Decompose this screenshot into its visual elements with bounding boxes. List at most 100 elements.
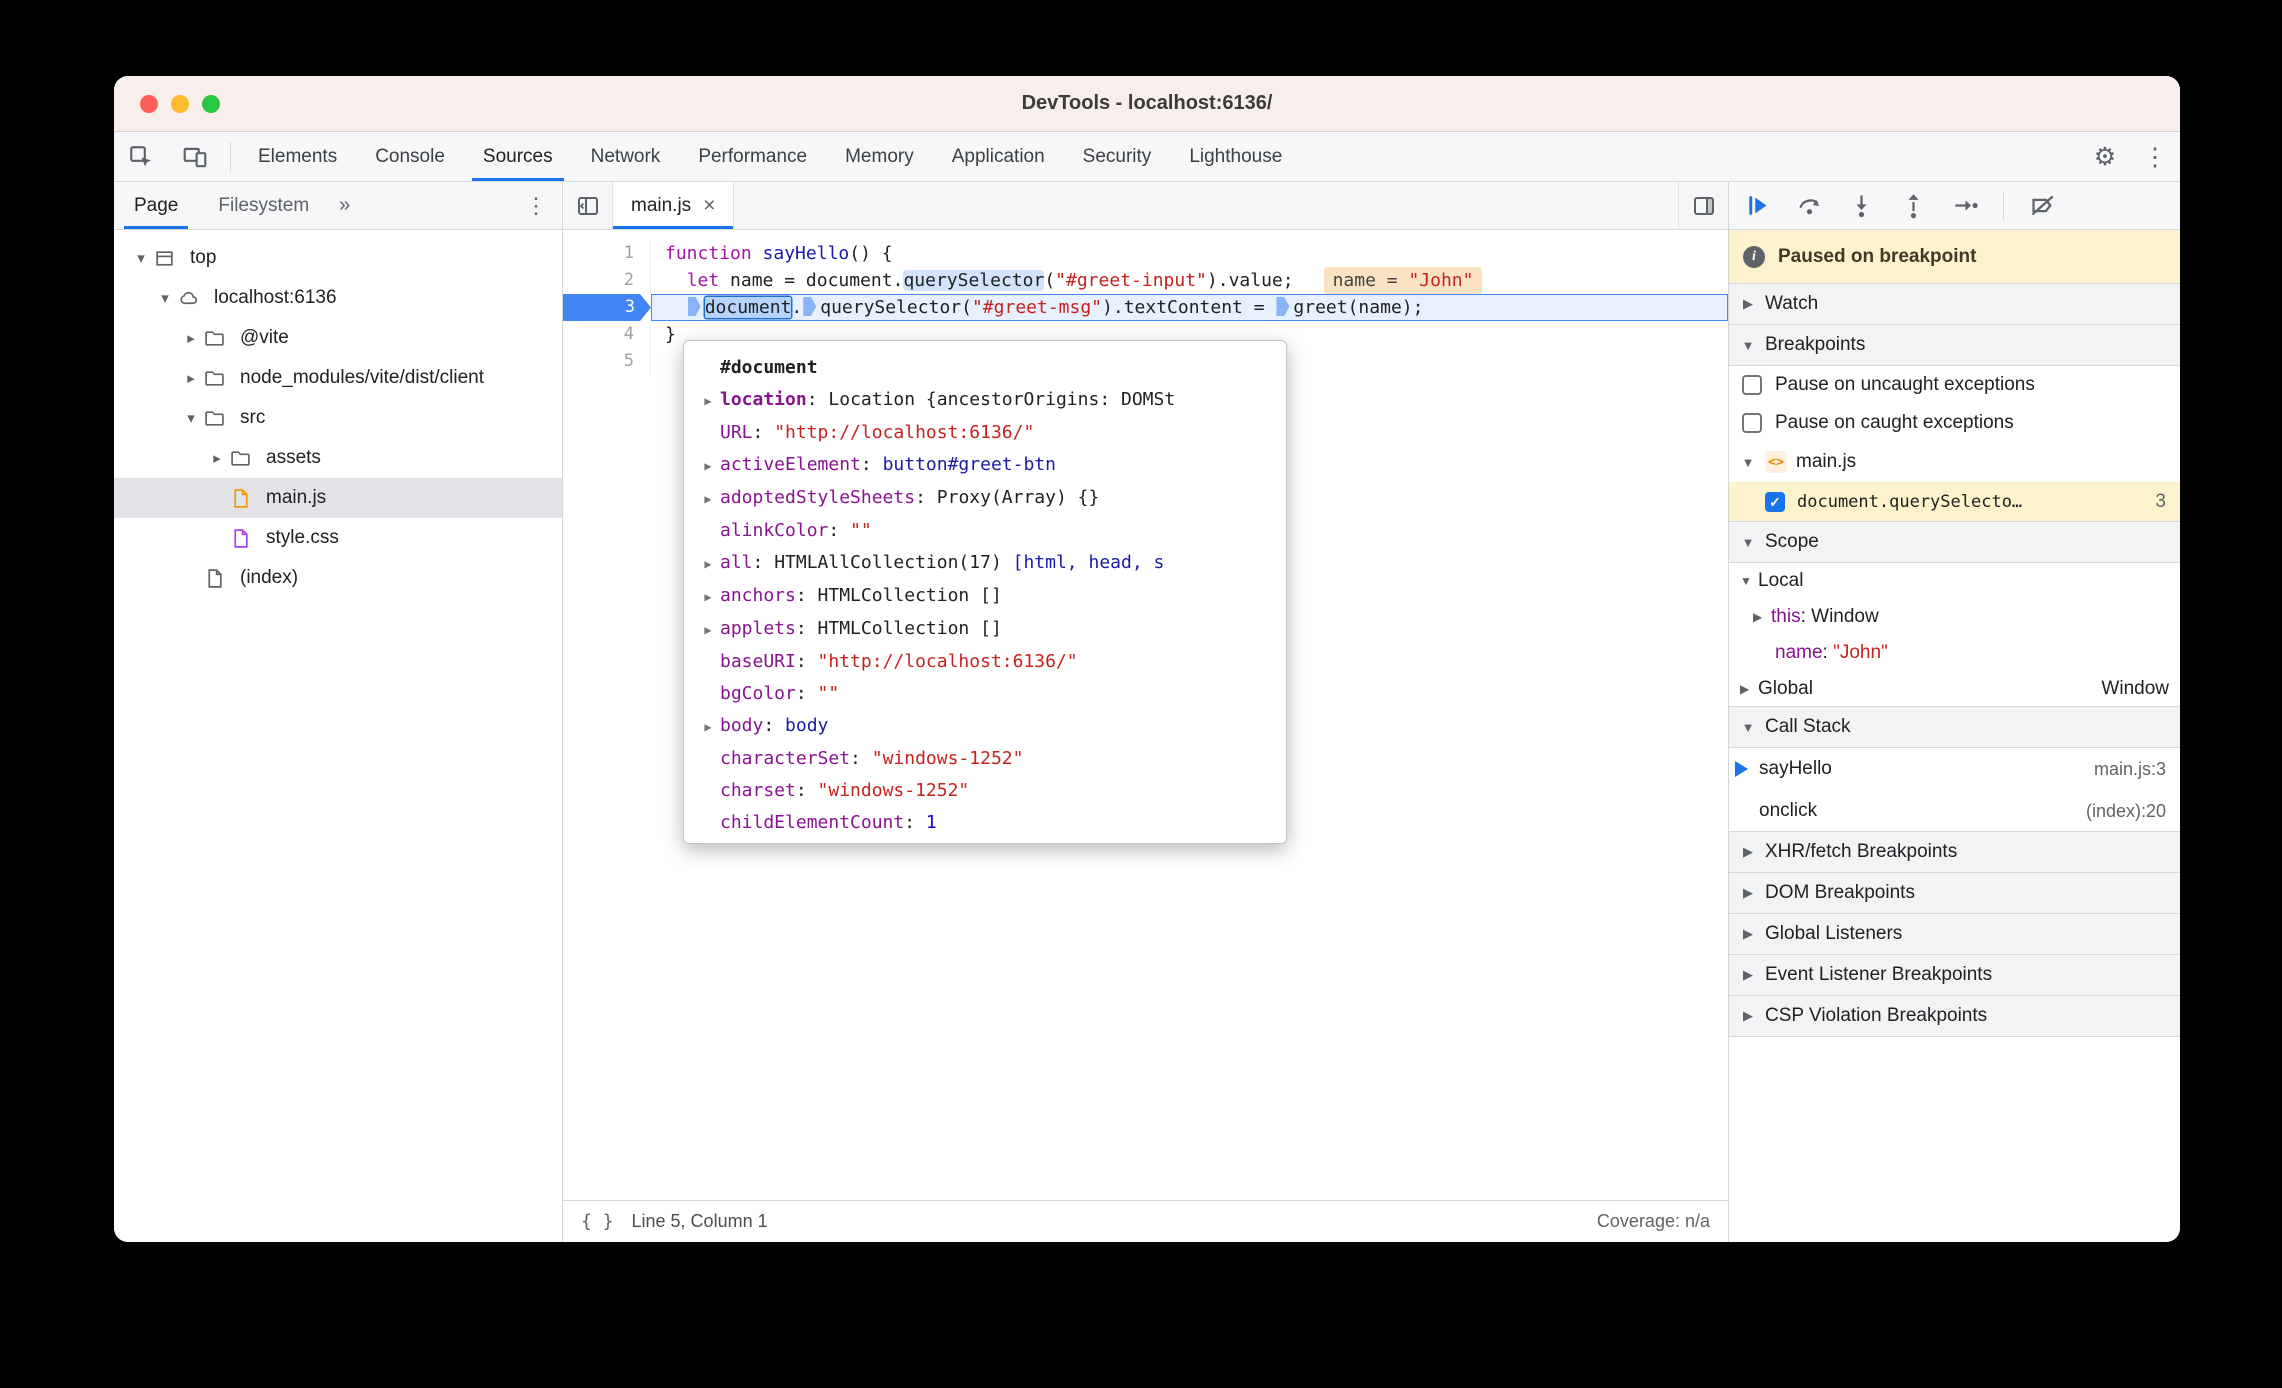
chevron-right-icon[interactable]: ▶ <box>1740 967 1756 983</box>
property-row-body[interactable]: ▶ body: body <box>696 710 1286 743</box>
property-row-anchors[interactable]: ▶ anchors: HTMLCollection [] <box>696 580 1286 613</box>
tab-lighthouse[interactable]: Lighthouse <box>1170 132 1301 181</box>
execution-line-flag[interactable]: 3 <box>563 294 651 321</box>
line-number-5[interactable]: 5 <box>563 348 651 375</box>
tab-memory[interactable]: Memory <box>826 132 933 181</box>
more-options-kebab-icon[interactable]: ⋮ <box>2130 132 2180 181</box>
scope-local-row[interactable]: ▼ Local <box>1729 563 2180 599</box>
scope-this-row[interactable]: ▶ this: Window <box>1729 599 2180 635</box>
tree-item-top[interactable]: ▾ top <box>114 238 562 278</box>
chevron-right-icon[interactable]: ▶ <box>1753 610 1771 624</box>
expander-icon[interactable]: ▸ <box>204 449 230 467</box>
pretty-print-braces-icon[interactable]: { } <box>581 1211 614 1232</box>
expand-arrow-icon[interactable]: ▶ <box>696 385 720 417</box>
breakpoint-file-group[interactable]: ▼ <> main.js <box>1729 442 2180 482</box>
breakpoint-checkbox[interactable]: ✓ <box>1765 492 1785 512</box>
tab-performance[interactable]: Performance <box>679 132 826 181</box>
chevron-down-icon[interactable]: ▼ <box>1740 338 1756 353</box>
navigator-kebab-icon[interactable]: ⋮ <box>516 193 556 219</box>
section-watch[interactable]: ▶ Watch <box>1729 283 2180 325</box>
property-row-characterset[interactable]: characterSet: "windows-1252" <box>696 743 1286 775</box>
expander-icon[interactable]: ▸ <box>178 329 204 347</box>
section-csp-violation-breakpoints[interactable]: ▶ CSP Violation Breakpoints <box>1729 995 2180 1037</box>
pause-caught-row[interactable]: Pause on caught exceptions <box>1729 404 2180 442</box>
scope-name-row[interactable]: name: "John" <box>1729 635 2180 671</box>
property-row-activeelement[interactable]: ▶ activeElement: button#greet-btn <box>696 449 1286 482</box>
navigator-tab-filesystem[interactable]: Filesystem <box>198 182 329 229</box>
property-row-adoptedstylesheets[interactable]: ▶ adoptedStyleSheets: Proxy(Array) {} <box>696 482 1286 515</box>
tab-application[interactable]: Application <box>933 132 1064 181</box>
settings-gear-icon[interactable]: ⚙ <box>2080 132 2130 181</box>
property-row-alinkcolor[interactable]: alinkColor: "" <box>696 515 1286 547</box>
line-number-4[interactable]: 4 <box>563 321 651 348</box>
chevron-down-icon[interactable]: ▼ <box>1740 535 1756 550</box>
device-toolbar-button[interactable] <box>168 132 222 181</box>
property-row-location[interactable]: ▶ location: Location {ancestorOrigins: DO… <box>696 384 1286 417</box>
tree-item-src[interactable]: ▾ src <box>114 398 562 438</box>
section-scope[interactable]: ▼ Scope <box>1729 521 2180 563</box>
section-global-listeners[interactable]: ▶ Global Listeners <box>1729 913 2180 955</box>
expander-icon[interactable]: ▾ <box>152 289 178 307</box>
chevron-right-icon[interactable]: ▶ <box>1740 682 1758 696</box>
pause-uncaught-row[interactable]: Pause on uncaught exceptions <box>1729 366 2180 404</box>
code-line-1[interactable]: 1 function sayHello() { <box>563 240 1728 267</box>
pause-caught-checkbox[interactable] <box>1742 413 1762 433</box>
section-breakpoints[interactable]: ▼ Breakpoints <box>1729 324 2180 366</box>
code-line-3-execution[interactable]: 3 document. querySelector("#greet-msg").t… <box>563 294 1728 321</box>
tree-item-localhost[interactable]: ▾ localhost:6136 <box>114 278 562 318</box>
chevron-down-icon[interactable]: ▼ <box>1740 720 1756 735</box>
tree-item-vite[interactable]: ▸ @vite <box>114 318 562 358</box>
step-over-button[interactable] <box>1795 192 1823 220</box>
step-into-button[interactable] <box>1847 192 1875 220</box>
tree-item-assets[interactable]: ▸ assets <box>114 438 562 478</box>
navigator-overflow-icon[interactable]: » <box>329 194 360 217</box>
inline-breakpoint-marker-icon[interactable] <box>1276 297 1290 316</box>
tab-security[interactable]: Security <box>1064 132 1171 181</box>
section-dom-breakpoints[interactable]: ▶ DOM Breakpoints <box>1729 872 2180 914</box>
deactivate-breakpoints-button[interactable] <box>2028 192 2056 220</box>
property-row-baseuri[interactable]: baseURI: "http://localhost:6136/" <box>696 646 1286 678</box>
chevron-right-icon[interactable]: ▶ <box>1740 296 1756 312</box>
call-frame-sayhello[interactable]: sayHello main.js:3 <box>1729 748 2180 790</box>
call-frame-onclick[interactable]: onclick (index):20 <box>1729 790 2180 832</box>
section-call-stack[interactable]: ▼ Call Stack <box>1729 706 2180 748</box>
breakpoint-entry-row[interactable]: ✓ document.querySelecto… 3 <box>1729 482 2180 522</box>
resume-script-button[interactable] <box>1743 192 1771 220</box>
editor-tab-main-js[interactable]: main.js × <box>613 182 735 229</box>
expand-arrow-icon[interactable]: ▶ <box>696 548 720 580</box>
chevron-down-icon[interactable]: ▼ <box>1740 574 1758 588</box>
tree-item-node-modules[interactable]: ▸ node_modules/vite/dist/client <box>114 358 562 398</box>
property-row-url[interactable]: URL: "http://localhost:6136/" <box>696 417 1286 449</box>
tree-item-style-css[interactable]: style.css <box>114 518 562 558</box>
expand-arrow-icon[interactable]: ▶ <box>696 711 720 743</box>
toggle-debugger-sidebar-button[interactable] <box>1678 182 1728 229</box>
property-row-charset[interactable]: charset: "windows-1252" <box>696 775 1286 807</box>
line-number-1[interactable]: 1 <box>563 240 651 267</box>
tab-console[interactable]: Console <box>356 132 464 181</box>
expander-icon[interactable]: ▸ <box>178 369 204 387</box>
chevron-right-icon[interactable]: ▶ <box>1740 885 1756 901</box>
tree-item-main-js[interactable]: main.js <box>114 478 562 518</box>
property-row-applets[interactable]: ▶ applets: HTMLCollection [] <box>696 613 1286 646</box>
hovered-token-document[interactable]: document <box>704 297 792 318</box>
expander-icon[interactable]: ▾ <box>178 409 204 427</box>
property-row-bgcolor[interactable]: bgColor: "" <box>696 678 1286 710</box>
line-number-2[interactable]: 2 <box>563 267 651 294</box>
inline-breakpoint-marker-icon[interactable] <box>687 297 701 316</box>
expand-arrow-icon[interactable]: ▶ <box>696 483 720 515</box>
expand-arrow-icon[interactable]: ▶ <box>696 581 720 613</box>
close-window-button[interactable] <box>140 94 158 113</box>
chevron-right-icon[interactable]: ▶ <box>1740 844 1756 860</box>
section-xhr-breakpoints[interactable]: ▶ XHR/fetch Breakpoints <box>1729 831 2180 873</box>
property-row-childelementcount[interactable]: childElementCount: 1 <box>696 807 1286 839</box>
tab-sources[interactable]: Sources <box>464 132 572 181</box>
hide-navigator-button[interactable] <box>563 182 613 229</box>
tab-elements[interactable]: Elements <box>239 132 356 181</box>
close-tab-icon[interactable]: × <box>703 195 715 216</box>
expand-arrow-icon[interactable]: ▶ <box>696 614 720 646</box>
tree-item-index[interactable]: (index) <box>114 558 562 598</box>
navigator-tab-page[interactable]: Page <box>114 182 198 229</box>
pause-uncaught-checkbox[interactable] <box>1742 375 1762 395</box>
property-row-all[interactable]: ▶ all: HTMLAllCollection(17) [html, head,… <box>696 547 1286 580</box>
inline-breakpoint-marker-icon[interactable] <box>803 297 817 316</box>
